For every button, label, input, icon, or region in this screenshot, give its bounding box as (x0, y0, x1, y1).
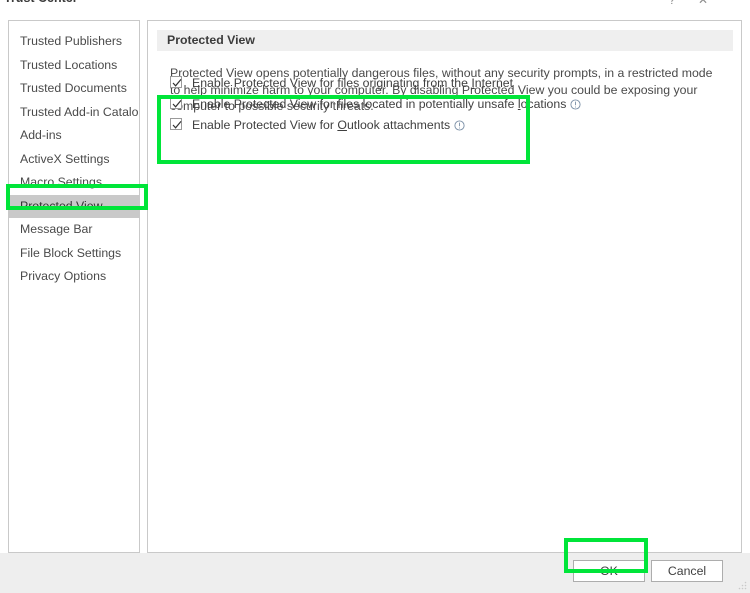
dialog-footer: OK Cancel (0, 553, 750, 593)
checkbox-label-text-tail: utlook attachments (346, 118, 451, 132)
checkbox-3[interactable] (170, 118, 182, 130)
sidebar-item-label: Trusted Publishers (20, 34, 123, 48)
resize-grip-icon[interactable] (737, 581, 747, 591)
sidebar-item-trusted-locations[interactable]: Trusted Locations (9, 54, 139, 78)
settings-panel: Protected View Protected View opens pote… (147, 20, 742, 553)
sidebar-item-file-block-settings[interactable]: File Block Settings (9, 242, 139, 266)
close-icon[interactable]: ✕ (692, 0, 714, 8)
info-icon[interactable] (454, 120, 465, 131)
sidebar-item-label: Protected View (20, 198, 103, 213)
checkbox-label-text-tail: nternet (474, 76, 514, 90)
sidebar-item-label: File Block Settings (20, 245, 122, 260)
checkbox-row-1[interactable]: Enable Protected View for files originat… (170, 73, 590, 94)
cancel-button[interactable]: Cancel (651, 560, 723, 582)
trust-center-dialog: Trust Center ? ✕ Trusted PublishersTrust… (0, 0, 750, 593)
window-title: Trust Center (4, 0, 78, 5)
checkbox-label-text: Enable Protected View for files located … (192, 97, 518, 111)
category-list[interactable]: Trusted Publishers Trusted Locations Trust… (8, 20, 140, 553)
checkbox-row-2[interactable]: Enable Protected View for files located … (170, 94, 590, 115)
sidebar-item-label: Privacy Options (20, 269, 107, 283)
checkbox-2[interactable] (170, 97, 182, 109)
title-bar: Trust Center ? ✕ (0, 0, 750, 11)
sidebar-item-label: Trusted Documents (20, 81, 127, 95)
checkbox-1[interactable] (170, 76, 182, 88)
dialog-body: Trusted Publishers Trusted Locations Trust… (0, 11, 750, 593)
sidebar-item-label: Message Bar (20, 222, 93, 236)
ok-button[interactable]: OK (573, 560, 645, 582)
checkmark-icon (172, 79, 182, 87)
sidebar-item-macro-settings[interactable]: Macro Settings (9, 171, 139, 195)
checkbox-label-text: Enable Protected View for (192, 118, 338, 132)
checkbox-label-text-tail: ocations (520, 97, 567, 111)
sidebar-item-message-bar[interactable]: Message Bar (9, 218, 139, 242)
checkbox-label-accelerator: O (337, 118, 347, 132)
sidebar-item-label: Trusted Locations (20, 57, 118, 72)
checkbox-label-text: Enable Protected View for files originat… (192, 76, 472, 90)
sidebar-item-activex-settings[interactable]: ActiveX Settings (9, 148, 139, 172)
help-icon[interactable]: ? (661, 0, 683, 8)
sidebar-item-privacy-options[interactable]: Privacy Options (9, 265, 139, 289)
info-icon[interactable] (570, 99, 581, 110)
checkmark-icon (172, 121, 182, 129)
sidebar-item-trusted-add-in-catalogs[interactable]: Trusted Add-in Catalogs (9, 101, 139, 125)
sidebar-item-add-ins[interactable]: Add-ins (9, 124, 139, 148)
sidebar-item-label: Macro Settings (20, 175, 103, 189)
sidebar-item-label: Trusted Add-in Catalogs (20, 104, 140, 119)
checkmark-icon (172, 100, 182, 108)
sidebar-item-trusted-publishers[interactable]: Trusted Publishers (9, 30, 139, 54)
sidebar-item-label: Add-ins (20, 128, 62, 142)
protected-view-checkbox-group[interactable]: Enable Protected View for files originat… (170, 73, 590, 136)
sidebar-item-trusted-documents[interactable]: Trusted Documents (9, 77, 139, 101)
sidebar-item-protected-view[interactable]: Protected View (9, 194, 139, 218)
page-title: Protected View (157, 30, 733, 51)
checkbox-row-3[interactable]: Enable Protected View for Outlook attach… (170, 115, 590, 136)
sidebar-item-label: ActiveX Settings (20, 151, 110, 166)
